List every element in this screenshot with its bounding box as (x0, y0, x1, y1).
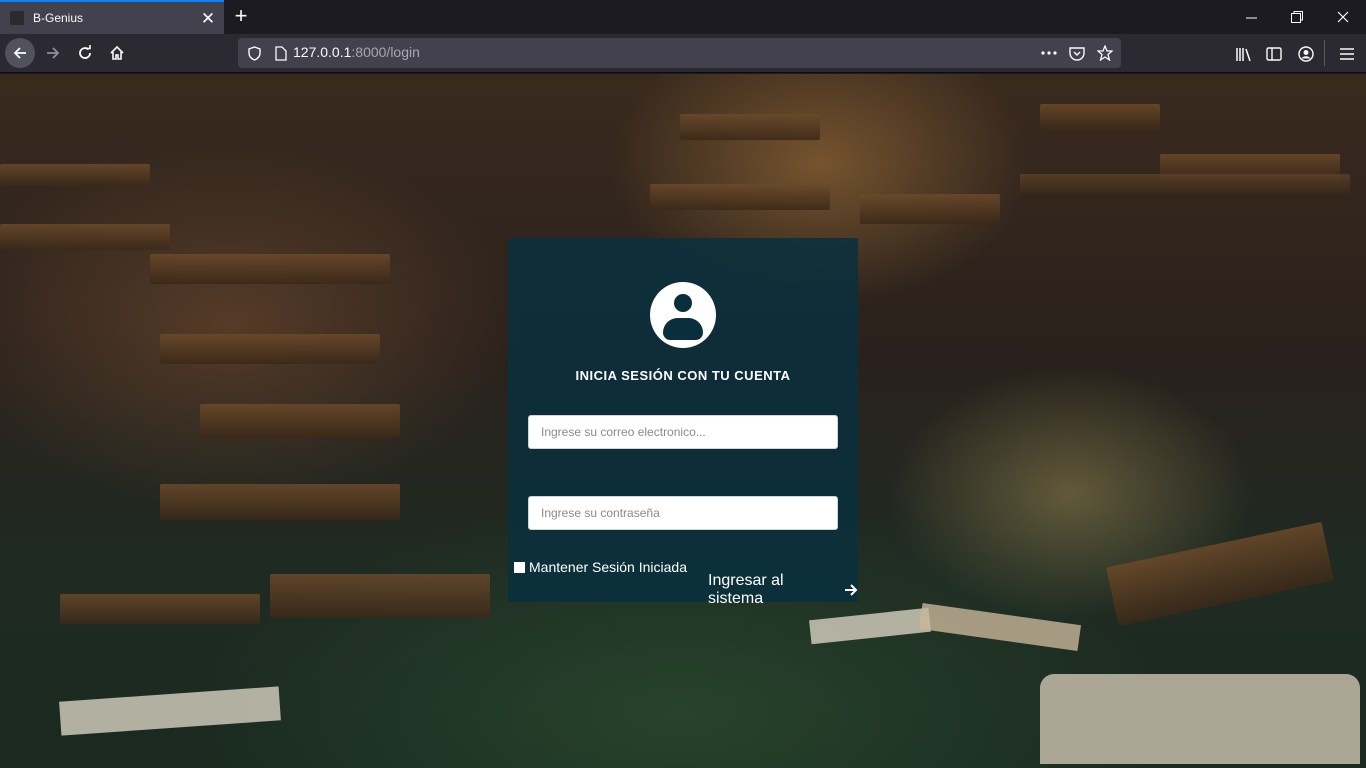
user-avatar-icon (650, 282, 716, 348)
book-stack (650, 184, 830, 210)
shield-icon[interactable] (246, 45, 262, 61)
star-icon[interactable] (1097, 45, 1113, 61)
more-icon[interactable] (1041, 45, 1057, 61)
submit-label: Ingresar al sistema (708, 572, 784, 607)
book-stack (150, 254, 390, 284)
tab-close-icon[interactable]: ✕ (196, 10, 220, 27)
reload-icon (79, 45, 91, 59)
toolbar-separator (1324, 40, 1325, 66)
url-path: :8000/login (351, 44, 420, 60)
login-submit-button[interactable]: Ingresar al sistema (708, 572, 858, 608)
navigation-toolbar: 127.0.0.1:8000/login (0, 34, 1366, 73)
book-stack (860, 194, 1000, 224)
new-tab-button[interactable]: + (228, 4, 254, 30)
book-stack (160, 484, 400, 520)
avatar-shoulders (663, 318, 703, 340)
url-host: 127.0.0.1 (293, 44, 352, 60)
password-input[interactable] (528, 496, 838, 530)
minimize-button[interactable] (1228, 0, 1274, 34)
active-tab[interactable]: B-Genius ✕ (0, 0, 224, 34)
book-stack (160, 334, 380, 364)
menu-icon[interactable] (1338, 45, 1356, 63)
email-input[interactable] (528, 415, 838, 449)
home-button[interactable] (102, 38, 132, 68)
avatar-head (674, 294, 692, 312)
book-closed (1106, 521, 1334, 627)
home-icon (110, 45, 124, 60)
window-close-button[interactable] (1320, 0, 1366, 34)
table-top (1020, 174, 1350, 194)
open-book (1040, 674, 1360, 764)
pocket-icon[interactable] (1069, 45, 1085, 61)
remember-me-label: Mantener Sesión Iniciada (529, 559, 687, 575)
login-page-background: INICIA SESIÓN CON TU CUENTA Mantener Ses… (0, 74, 1366, 768)
remember-me-checkbox[interactable]: Mantener Sesión Iniciada (514, 559, 687, 575)
book-stack (200, 404, 400, 438)
forward-button[interactable] (38, 38, 68, 68)
tab-title: B-Genius (33, 11, 84, 25)
book-stack (0, 164, 150, 186)
url-text[interactable]: 127.0.0.1:8000/login (293, 44, 420, 60)
tab-favicon-icon (10, 11, 24, 25)
book-stack (270, 574, 490, 618)
back-button[interactable] (5, 38, 35, 68)
login-heading: INICIA SESIÓN CON TU CUENTA (575, 368, 791, 383)
loose-paper (809, 607, 931, 645)
page-icon[interactable] (273, 45, 289, 61)
restore-button[interactable] (1274, 0, 1320, 34)
arrow-right-icon (844, 583, 858, 597)
tab-strip: B-Genius ✕ + (0, 0, 1366, 34)
login-card: INICIA SESIÓN CON TU CUENTA Mantener Ses… (508, 238, 858, 607)
sidebar-icon[interactable] (1265, 45, 1283, 63)
loose-paper (59, 686, 281, 736)
account-icon[interactable] (1297, 45, 1315, 63)
library-icon[interactable] (1234, 45, 1252, 63)
book-stack (60, 594, 260, 624)
address-bar[interactable]: 127.0.0.1:8000/login (238, 38, 1121, 68)
forward-arrow-icon (47, 47, 60, 59)
reload-button[interactable] (70, 38, 100, 68)
checkbox-box[interactable] (514, 561, 525, 573)
book-stack (680, 114, 820, 140)
book-stack (1040, 104, 1160, 130)
book-stack (0, 224, 170, 250)
loose-paper (918, 602, 1082, 652)
back-arrow-icon (13, 47, 26, 59)
